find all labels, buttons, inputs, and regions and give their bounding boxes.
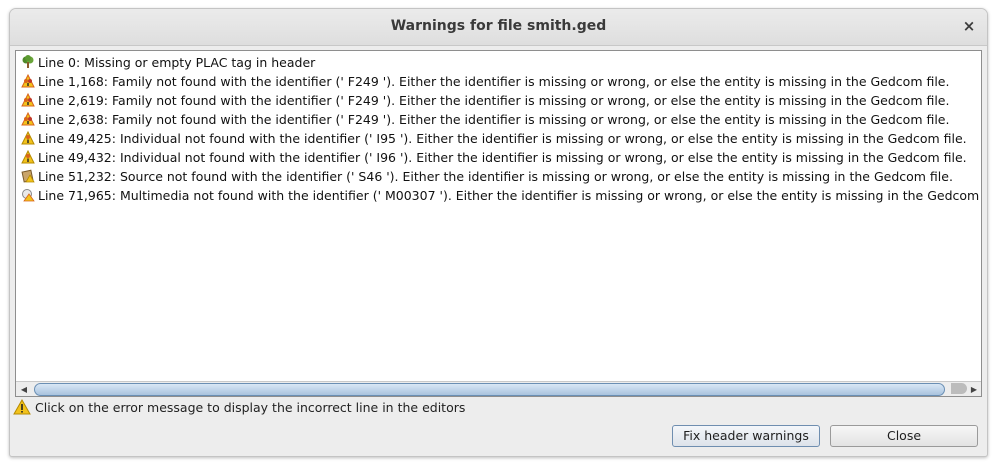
hint-message: Click on the error message to display th… (13, 398, 465, 418)
fix-header-warnings-button[interactable]: Fix header warnings (672, 425, 820, 447)
hint-text: Click on the error message to display th… (35, 400, 466, 415)
source-warning-icon (21, 169, 35, 183)
warning-row[interactable]: Line 51,232: Source not found with the i… (16, 167, 981, 186)
warnings-rows: Line 0: Missing or empty PLAC tag in hea… (16, 53, 982, 205)
warning-text: Line 0: Missing or empty PLAC tag in hea… (38, 55, 316, 70)
warning-text: Line 1,168: Family not found with the id… (38, 74, 950, 89)
warning-row[interactable]: Line 49,432: Individual not found with t… (16, 148, 981, 167)
scroll-right-icon[interactable]: ▶ (969, 385, 979, 395)
warning-row[interactable]: Line 49,425: Individual not found with t… (16, 129, 981, 148)
title-bar[interactable]: Warnings for file smith.ged × (10, 9, 987, 46)
scroll-left-icon[interactable]: ◀ (19, 385, 29, 395)
horizontal-scrollbar[interactable]: ◀ ▶ (16, 381, 981, 396)
tree-icon (21, 55, 35, 69)
warnings-list[interactable]: Line 0: Missing or empty PLAC tag in hea… (15, 50, 982, 397)
warnings-dialog: Warnings for file smith.ged × Line 0: Mi… (9, 8, 988, 457)
warning-row[interactable]: Line 2,619: Family not found with the id… (16, 91, 981, 110)
warning-text: Line 51,232: Source not found with the i… (38, 169, 953, 184)
warning-row[interactable]: Line 0: Missing or empty PLAC tag in hea… (16, 53, 981, 72)
multimedia-warning-icon (21, 188, 35, 202)
individual-warning-icon (21, 130, 35, 145)
warning-text: Line 49,432: Individual not found with t… (38, 150, 967, 165)
individual-warning-icon (21, 149, 35, 164)
scrollbar-track-end (951, 383, 967, 394)
warning-row[interactable]: Line 1,168: Family not found with the id… (16, 72, 981, 91)
dialog-title: Warnings for file smith.ged (390, 18, 607, 34)
warning-row[interactable]: Line 71,965: Multimedia not found with t… (16, 186, 982, 205)
family-warning-icon (21, 111, 35, 126)
family-warning-icon (21, 92, 35, 107)
close-icon[interactable]: × (960, 16, 978, 36)
scrollbar-thumb[interactable] (34, 383, 945, 396)
family-warning-icon (21, 73, 35, 88)
warning-text: Line 71,965: Multimedia not found with t… (38, 188, 982, 203)
warning-text: Line 2,619: Family not found with the id… (38, 93, 950, 108)
close-button[interactable]: Close (830, 425, 978, 447)
warning-text: Line 49,425: Individual not found with t… (38, 131, 967, 146)
warning-text: Line 2,638: Family not found with the id… (38, 112, 950, 127)
warning-triangle-icon (13, 398, 31, 421)
warning-row[interactable]: Line 2,638: Family not found with the id… (16, 110, 981, 129)
